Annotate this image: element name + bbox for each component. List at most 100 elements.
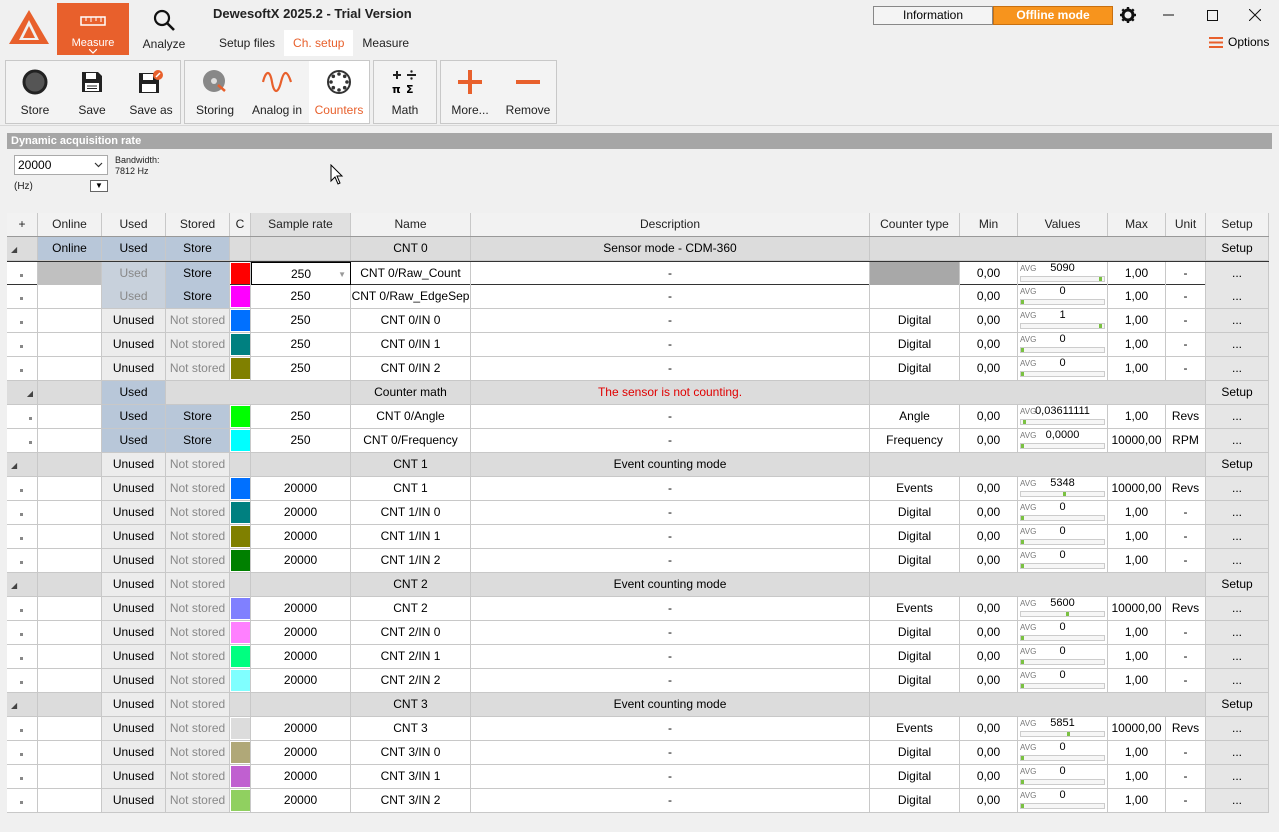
- group-used[interactable]: Used: [102, 237, 166, 260]
- sample-rate-cell[interactable]: 250: [251, 429, 351, 452]
- color-cell[interactable]: [230, 357, 251, 380]
- col-description[interactable]: Description: [471, 213, 870, 236]
- stored-toggle[interactable]: Not stored: [166, 789, 230, 812]
- channel-name[interactable]: CNT 0/IN 0: [351, 309, 471, 332]
- row-setup-button[interactable]: ...: [1206, 549, 1269, 572]
- unit-cell[interactable]: -: [1166, 789, 1206, 812]
- max-value[interactable]: 1,00: [1108, 765, 1166, 788]
- channel-name[interactable]: CNT 2/IN 0: [351, 621, 471, 644]
- channel-description[interactable]: -: [471, 357, 870, 380]
- channel-description[interactable]: -: [471, 477, 870, 500]
- min-value[interactable]: 0,00: [960, 262, 1018, 285]
- color-cell[interactable]: [230, 501, 251, 524]
- row-setup-button[interactable]: ...: [1206, 717, 1269, 740]
- stored-toggle[interactable]: Not stored: [166, 549, 230, 572]
- unit-cell[interactable]: Revs: [1166, 717, 1206, 740]
- max-value[interactable]: 10000,00: [1108, 597, 1166, 620]
- online-cell[interactable]: [38, 357, 102, 380]
- group-setup-button[interactable]: Setup: [1206, 693, 1269, 716]
- max-value[interactable]: 1,00: [1108, 333, 1166, 356]
- counter-type[interactable]: Digital: [870, 645, 960, 668]
- sample-rate-cell[interactable]: 20000: [251, 669, 351, 692]
- min-value[interactable]: 0,00: [960, 501, 1018, 524]
- stored-toggle[interactable]: Not stored: [166, 621, 230, 644]
- channel-name[interactable]: CNT 0/Frequency: [351, 429, 471, 452]
- online-cell[interactable]: [38, 525, 102, 548]
- channel-name[interactable]: CNT 3/IN 1: [351, 765, 471, 788]
- unit-cell[interactable]: -: [1166, 262, 1206, 285]
- online-cell[interactable]: [38, 285, 102, 308]
- channel-name[interactable]: CNT 1: [351, 477, 471, 500]
- sample-rate-cell[interactable]: 20000: [251, 789, 351, 812]
- stored-toggle[interactable]: Not stored: [166, 765, 230, 788]
- table-row[interactable]: Used Store 250 ▼ CNT 0/Raw_Count -0,00 AVG 5090…: [7, 261, 1269, 285]
- counter-type[interactable]: Angle: [870, 405, 960, 428]
- color-cell[interactable]: [230, 765, 251, 788]
- unit-cell[interactable]: -: [1166, 549, 1206, 572]
- max-value[interactable]: 1,00: [1108, 405, 1166, 428]
- used-toggle[interactable]: Unused: [102, 717, 166, 740]
- channel-name[interactable]: CNT 2/IN 2: [351, 669, 471, 692]
- color-swatch[interactable]: [231, 766, 250, 787]
- counter-type[interactable]: Digital: [870, 669, 960, 692]
- stored-toggle[interactable]: Store: [166, 405, 230, 428]
- collapse-toggle[interactable]: ◢: [7, 573, 38, 596]
- stored-toggle[interactable]: Not stored: [166, 741, 230, 764]
- math-button[interactable]: πΣ Math: [376, 61, 434, 123]
- table-row[interactable]: Unused Not stored 250 CNT 0/IN 0- Digital 0,0…: [7, 309, 1269, 333]
- unit-cell[interactable]: -: [1166, 501, 1206, 524]
- gear-icon[interactable]: [1119, 6, 1137, 24]
- color-swatch[interactable]: [231, 358, 250, 379]
- group-stored[interactable]: Not stored: [166, 453, 230, 476]
- collapse-toggle[interactable]: ◢: [7, 237, 38, 260]
- table-row[interactable]: Unused Not stored 20000 CNT 1/IN 0- Digital 0…: [7, 501, 1269, 525]
- online-cell[interactable]: [38, 741, 102, 764]
- max-value[interactable]: 10000,00: [1108, 477, 1166, 500]
- channel-description[interactable]: -: [471, 549, 870, 572]
- used-toggle[interactable]: Unused: [102, 309, 166, 332]
- used-toggle[interactable]: Used: [102, 285, 166, 308]
- used-toggle[interactable]: Unused: [102, 621, 166, 644]
- max-value[interactable]: 1,00: [1108, 285, 1166, 308]
- online-cell[interactable]: [38, 645, 102, 668]
- offline-mode-button[interactable]: Offline mode: [993, 6, 1113, 25]
- used-toggle[interactable]: Unused: [102, 549, 166, 572]
- color-swatch[interactable]: [231, 718, 250, 739]
- channel-name[interactable]: CNT 2/IN 1: [351, 645, 471, 668]
- sample-rate-cell[interactable]: 250: [251, 285, 351, 308]
- group-row[interactable]: ◢ Online Used Store CNT 0 Sensor mode - CDM-3…: [7, 237, 1269, 261]
- max-value[interactable]: 1,00: [1108, 262, 1166, 285]
- online-cell[interactable]: [38, 262, 102, 285]
- group-online[interactable]: [38, 453, 102, 476]
- table-row[interactable]: Used Store 250 CNT 0/Raw_EdgeSep -0,00 AVG 0 1,…: [7, 285, 1269, 309]
- storing-button[interactable]: Storing: [187, 61, 243, 123]
- stored-toggle[interactable]: Not stored: [166, 669, 230, 692]
- table-row[interactable]: Unused Not stored 20000 CNT 3- Events 0,00 AVG…: [7, 717, 1269, 741]
- used-toggle[interactable]: Unused: [102, 789, 166, 812]
- used-toggle[interactable]: Unused: [102, 741, 166, 764]
- table-row[interactable]: Unused Not stored 250 CNT 0/IN 2- Digital 0,0…: [7, 357, 1269, 381]
- more-button[interactable]: More...: [443, 61, 497, 123]
- counter-type[interactable]: Frequency: [870, 429, 960, 452]
- online-cell[interactable]: [38, 597, 102, 620]
- sample-rate-cell[interactable]: 20000: [251, 621, 351, 644]
- counter-type[interactable]: Digital: [870, 765, 960, 788]
- used-toggle[interactable]: Unused: [102, 645, 166, 668]
- color-swatch[interactable]: [231, 550, 250, 571]
- online-cell[interactable]: [38, 309, 102, 332]
- col-counter-type[interactable]: Counter type: [870, 213, 960, 236]
- channel-description[interactable]: -: [471, 405, 870, 428]
- counter-type[interactable]: Digital: [870, 333, 960, 356]
- col-min[interactable]: Min: [960, 213, 1018, 236]
- row-setup-button[interactable]: ...: [1206, 429, 1269, 452]
- channel-name[interactable]: CNT 1/IN 0: [351, 501, 471, 524]
- group-stored[interactable]: Not stored: [166, 573, 230, 596]
- color-swatch[interactable]: [231, 286, 250, 307]
- channel-description[interactable]: -: [471, 333, 870, 356]
- counter-type[interactable]: Digital: [870, 357, 960, 380]
- col-used[interactable]: Used: [102, 213, 166, 236]
- min-value[interactable]: 0,00: [960, 333, 1018, 356]
- collapse-toggle[interactable]: ◢: [7, 693, 38, 716]
- row-setup-button[interactable]: ...: [1206, 309, 1269, 332]
- color-cell[interactable]: [230, 597, 251, 620]
